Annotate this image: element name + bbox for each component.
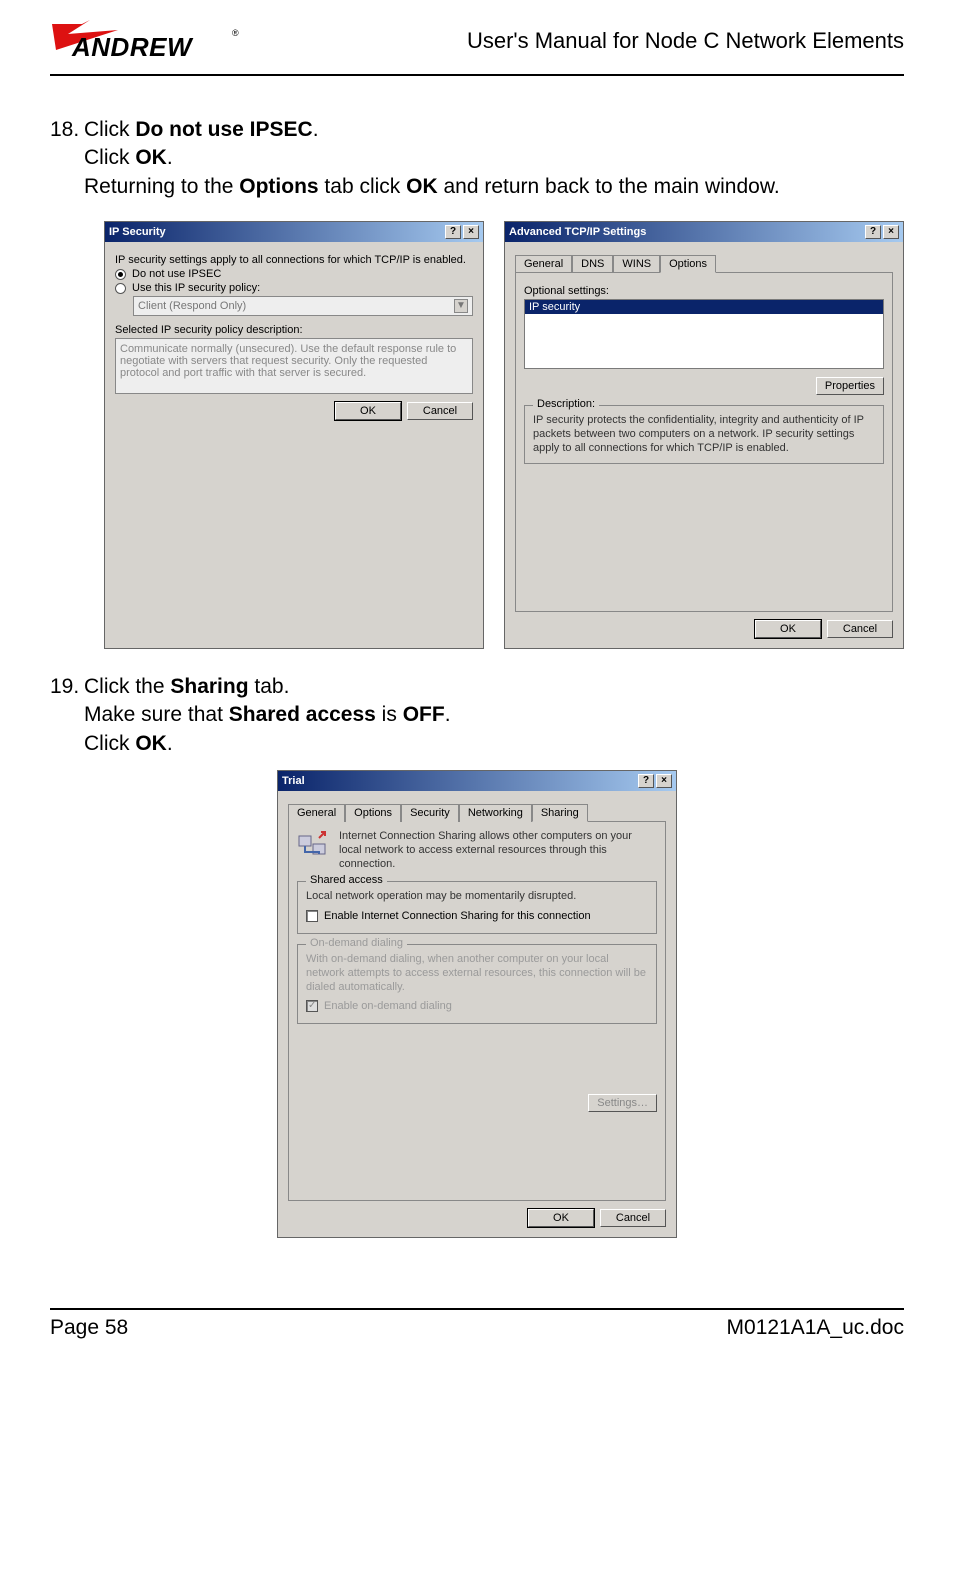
description-text: IP security protects the confidentiality…: [533, 414, 875, 455]
policy-desc-text: Communicate normally (unsecured). Use th…: [115, 338, 473, 394]
ip-security-dialog: IP Security ? × IP security settings app…: [104, 221, 484, 649]
close-icon[interactable]: ×: [656, 774, 672, 788]
step-number: 18.: [50, 116, 84, 144]
intro-text: IP security settings apply to all connec…: [115, 254, 473, 266]
optional-settings-label: Optional settings:: [524, 285, 884, 297]
radio-use-policy[interactable]: [115, 283, 126, 294]
logo: ANDREW ®: [50, 20, 260, 70]
enable-on-demand-checkbox: ✓: [306, 1000, 318, 1012]
registered-mark: ®: [232, 28, 239, 38]
figure-row-2: Trial ? × General Options Security Netwo…: [50, 770, 904, 1238]
policy-desc-label: Selected IP security policy description:: [115, 324, 473, 336]
trial-dialog: Trial ? × General Options Security Netwo…: [277, 770, 677, 1238]
radio-no-ipsec[interactable]: [115, 269, 126, 280]
figure-row-1: IP Security ? × IP security settings app…: [50, 221, 904, 649]
close-icon[interactable]: ×: [463, 225, 479, 239]
tab-dns[interactable]: DNS: [572, 255, 613, 273]
network-sharing-icon: [297, 830, 329, 862]
logo-text: ANDREW: [72, 32, 192, 63]
titlebar[interactable]: Trial ? ×: [278, 771, 676, 791]
dialog-title: Trial: [282, 775, 305, 787]
page-number: Page 58: [50, 1316, 128, 1340]
radio-use-policy-label: Use this IP security policy:: [132, 282, 260, 294]
tabstrip: General DNS WINS Options: [515, 254, 893, 272]
policy-dropdown-value: Client (Respond Only): [138, 300, 246, 312]
tab-options[interactable]: Options: [660, 255, 716, 273]
titlebar[interactable]: Advanced TCP/IP Settings ? ×: [505, 222, 903, 242]
page-footer: Page 58 M0121A1A_uc.doc: [50, 1308, 904, 1340]
page-header: ANDREW ® User's Manual for Node C Networ…: [50, 20, 904, 76]
tab-options[interactable]: Options: [345, 804, 401, 822]
cancel-button[interactable]: Cancel: [600, 1209, 666, 1227]
list-item-ip-security[interactable]: IP security: [525, 300, 883, 314]
help-icon[interactable]: ?: [445, 225, 461, 239]
dialog-title: IP Security: [109, 226, 166, 238]
document-page: ANDREW ® User's Manual for Node C Networ…: [0, 0, 954, 1360]
close-icon[interactable]: ×: [883, 225, 899, 239]
cancel-button[interactable]: Cancel: [827, 620, 893, 638]
tab-general[interactable]: General: [515, 255, 572, 273]
tab-sharing[interactable]: Sharing: [532, 804, 588, 822]
policy-dropdown[interactable]: Client (Respond Only) ▼: [133, 296, 473, 316]
help-icon[interactable]: ?: [638, 774, 654, 788]
on-demand-group-title: On-demand dialing: [306, 937, 407, 949]
optional-settings-list[interactable]: IP security: [524, 299, 884, 369]
sharing-info-text: Internet Connection Sharing allows other…: [339, 830, 657, 871]
help-icon[interactable]: ?: [865, 225, 881, 239]
shared-access-note: Local network operation may be momentari…: [306, 890, 648, 904]
titlebar[interactable]: IP Security ? ×: [105, 222, 483, 242]
tabstrip: General Options Security Networking Shar…: [288, 803, 666, 821]
advanced-tcpip-dialog: Advanced TCP/IP Settings ? × General DNS…: [504, 221, 904, 649]
properties-button[interactable]: Properties: [816, 377, 884, 395]
settings-button: Settings…: [588, 1094, 657, 1112]
ok-button[interactable]: OK: [335, 402, 401, 420]
tab-wins[interactable]: WINS: [613, 255, 660, 273]
step-19: 19.Click the Sharing tab. Make sure that…: [50, 673, 904, 758]
on-demand-text: With on-demand dialing, when another com…: [306, 953, 648, 994]
chevron-down-icon: ▼: [454, 299, 468, 313]
step-number: 19.: [50, 673, 84, 701]
ok-button[interactable]: OK: [755, 620, 821, 638]
enable-on-demand-label: Enable on-demand dialing: [324, 1000, 452, 1012]
radio-no-ipsec-label: Do not use IPSEC: [132, 268, 221, 280]
doc-filename: M0121A1A_uc.doc: [727, 1316, 904, 1340]
enable-sharing-label: Enable Internet Connection Sharing for t…: [324, 910, 591, 922]
enable-sharing-checkbox[interactable]: [306, 910, 318, 922]
checkmark-icon: ✓: [308, 1000, 316, 1011]
description-group-title: Description:: [533, 398, 599, 410]
tab-networking[interactable]: Networking: [459, 804, 532, 822]
dialog-title: Advanced TCP/IP Settings: [509, 226, 646, 238]
step-18: 18.Click Do not use IPSEC. Click OK. Ret…: [50, 116, 904, 201]
manual-title: User's Manual for Node C Network Element…: [467, 20, 904, 54]
cancel-button[interactable]: Cancel: [407, 402, 473, 420]
ok-button[interactable]: OK: [528, 1209, 594, 1227]
tab-security[interactable]: Security: [401, 804, 459, 822]
tab-general[interactable]: General: [288, 804, 345, 822]
shared-access-group-title: Shared access: [306, 874, 387, 886]
